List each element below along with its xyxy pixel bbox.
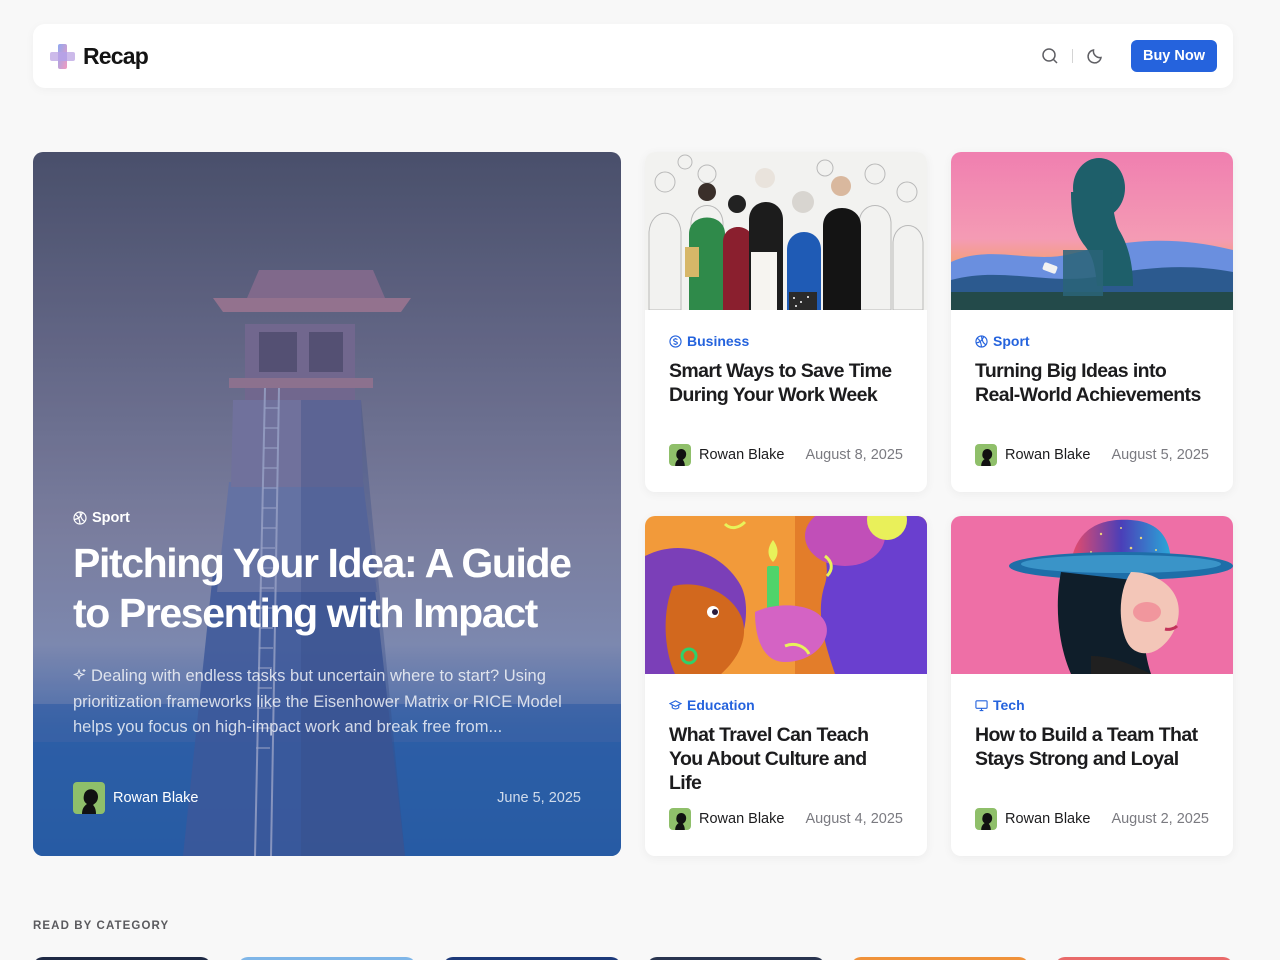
post-card[interactable]: Tech How to Build a Team That Stays Stro… [951,516,1233,856]
hero-author[interactable]: Rowan Blake [113,790,198,806]
post-date: August 4, 2025 [805,811,903,827]
post-category[interactable]: Sport [975,333,1209,349]
hero-lighthouse-image [33,152,621,856]
post-card[interactable]: Sport Turning Big Ideas into Real-World … [951,152,1233,492]
avatar [669,444,691,466]
dollar-circle-icon [669,334,682,348]
post-category[interactable]: Business [669,333,903,349]
logo-mark-icon [50,43,75,69]
avatar [73,782,105,814]
hero-post-card[interactable]: Sport Pitching Your Idea: A Guide to Pre… [33,152,621,856]
buy-now-button[interactable]: Buy Now [1130,40,1217,72]
post-category-label: Education [687,697,755,713]
site-header: Recap Buy Now [33,24,1233,88]
post-author[interactable]: Rowan Blake [1005,811,1090,827]
post-meta: Rowan Blake August 8, 2025 [669,444,903,466]
avatar [975,808,997,830]
hero-excerpt-text: Dealing with endless tasks but uncertain… [73,667,562,736]
sparkle-icon [73,668,86,681]
post-meta: Rowan Blake August 5, 2025 [975,444,1209,466]
post-author[interactable]: Rowan Blake [1005,447,1090,463]
section-heading: READ BY CATEGORY [33,920,170,932]
header-divider [1071,49,1073,63]
post-date: August 8, 2025 [805,447,903,463]
hero-title[interactable]: Pitching Your Idea: A Guide to Presentin… [73,538,581,638]
post-title[interactable]: What Travel Can Teach You About Culture … [669,723,903,794]
post-author[interactable]: Rowan Blake [699,811,784,827]
post-card[interactable]: Education What Travel Can Teach You Abou… [645,516,927,856]
post-category[interactable]: Tech [975,697,1209,713]
post-image [645,516,927,674]
post-author[interactable]: Rowan Blake [699,447,784,463]
post-category-label: Sport [993,333,1030,349]
basketball-icon [975,334,988,348]
moon-icon[interactable] [1081,42,1109,70]
monitor-icon [975,699,988,711]
post-title[interactable]: Turning Big Ideas into Real-World Achiev… [975,359,1209,407]
post-date: August 5, 2025 [1111,447,1209,463]
post-image [951,516,1233,674]
post-category-label: Business [687,333,750,349]
basketball-icon [73,511,87,525]
post-card[interactable]: Business Smart Ways to Save Time During … [645,152,927,492]
post-image [645,152,927,310]
hero-date: June 5, 2025 [497,790,581,806]
avatar [975,444,997,466]
graduation-cap-icon [669,699,682,709]
avatar [669,808,691,830]
post-category-label: Tech [993,697,1025,713]
post-meta: Rowan Blake August 2, 2025 [975,808,1209,830]
hero-category-label: Sport [92,510,130,526]
logo-text: Recap [83,42,149,69]
post-date: August 2, 2025 [1111,811,1209,827]
post-meta: Rowan Blake August 4, 2025 [669,808,903,830]
post-category[interactable]: Education [669,697,903,713]
hero-excerpt: Dealing with endless tasks but uncertain… [73,664,581,741]
search-icon[interactable] [1036,42,1064,70]
logo[interactable]: Recap [49,42,149,70]
post-title[interactable]: How to Build a Team That Stays Strong an… [975,723,1209,771]
post-title[interactable]: Smart Ways to Save Time During Your Work… [669,359,903,407]
hero-meta: Rowan Blake June 5, 2025 [73,782,581,814]
post-image [951,152,1233,310]
hero-category[interactable]: Sport [73,510,581,526]
